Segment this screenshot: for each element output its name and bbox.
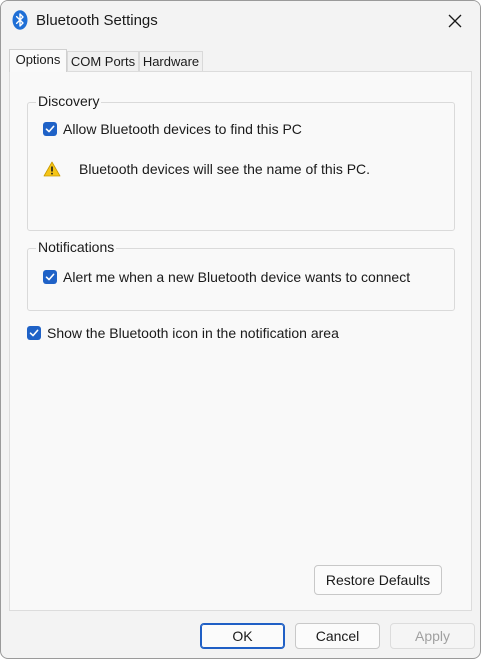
tab-com-ports[interactable]: COM Ports xyxy=(67,51,139,71)
alert-option[interactable]: Alert me when a new Bluetooth device wan… xyxy=(43,269,410,285)
discovery-legend: Discovery xyxy=(36,93,102,109)
warning-text: Bluetooth devices will see the name of t… xyxy=(79,161,371,177)
warning-icon xyxy=(43,161,61,177)
close-icon xyxy=(448,14,462,28)
show-icon-checkbox[interactable] xyxy=(27,326,41,340)
alert-label: Alert me when a new Bluetooth device wan… xyxy=(63,269,411,285)
checkmark-icon xyxy=(45,273,55,281)
window-title: Bluetooth Settings xyxy=(36,12,158,29)
title-bar: Bluetooth Settings xyxy=(1,1,480,41)
options-panel: Discovery Allow Bluetooth devices to fin… xyxy=(9,71,472,611)
allow-find-label: Allow Bluetooth devices to find this PC xyxy=(63,121,302,137)
apply-button[interactable]: Apply xyxy=(390,623,475,649)
notifications-legend: Notifications xyxy=(36,239,117,255)
ok-button[interactable]: OK xyxy=(200,623,285,649)
checkmark-icon xyxy=(29,329,39,337)
allow-find-option[interactable]: Allow Bluetooth devices to find this PC xyxy=(43,121,302,137)
show-icon-option[interactable]: Show the Bluetooth icon in the notificat… xyxy=(27,325,339,341)
alert-checkbox[interactable] xyxy=(43,270,57,284)
tab-options[interactable]: Options xyxy=(9,49,67,72)
show-icon-label: Show the Bluetooth icon in the notificat… xyxy=(47,325,339,341)
bluetooth-settings-dialog: Bluetooth Settings Options COM Ports Har… xyxy=(0,0,481,659)
cancel-button[interactable]: Cancel xyxy=(295,623,380,649)
restore-defaults-button[interactable]: Restore Defaults xyxy=(314,565,442,595)
tab-hardware[interactable]: Hardware xyxy=(139,51,203,71)
bluetooth-icon xyxy=(12,10,28,30)
discovery-group: Discovery Allow Bluetooth devices to fin… xyxy=(27,93,455,231)
discovery-warning: Bluetooth devices will see the name of t… xyxy=(43,161,370,177)
close-button[interactable] xyxy=(436,4,474,38)
notifications-group: Notifications Alert me when a new Blueto… xyxy=(27,239,455,311)
checkmark-icon xyxy=(45,125,55,133)
allow-find-checkbox[interactable] xyxy=(43,122,57,136)
